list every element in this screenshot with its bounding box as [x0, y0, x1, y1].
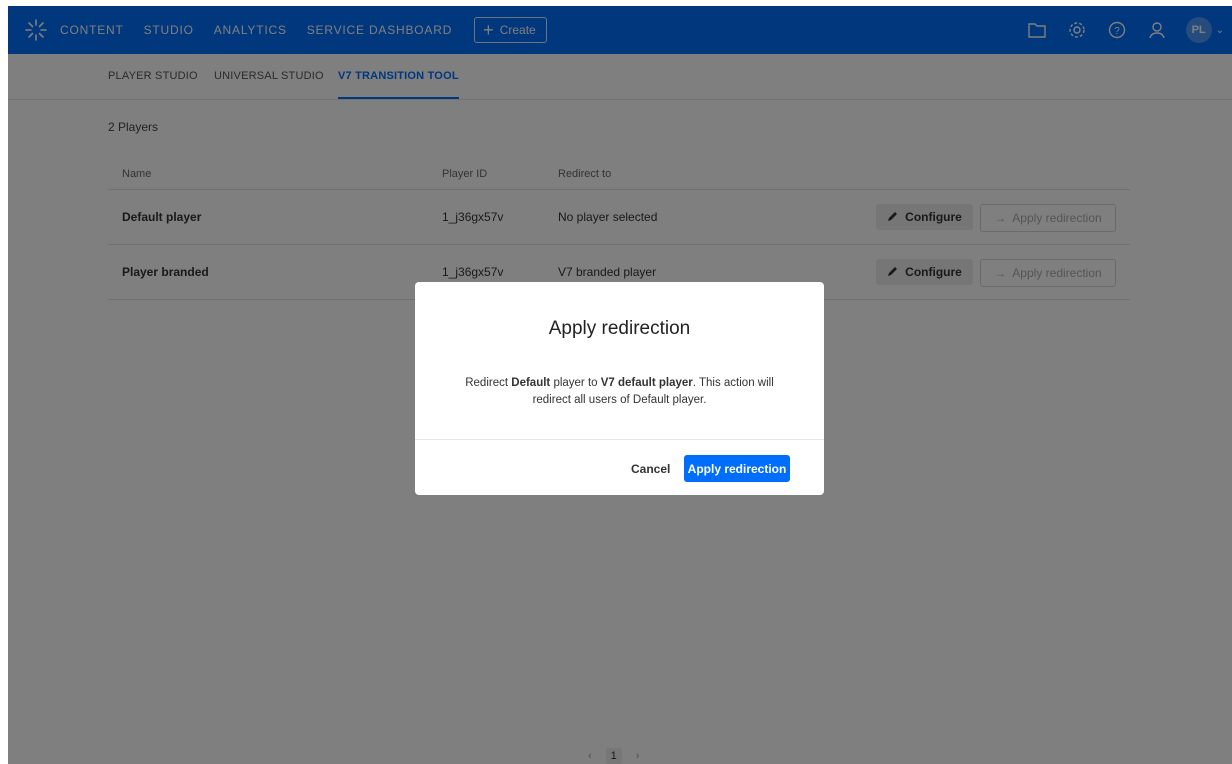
source-player-name: Default: [511, 377, 551, 389]
message-prefix: Redirect: [465, 377, 512, 389]
apply-redirection-dialog: Apply redirection Redirect Default playe…: [415, 282, 824, 495]
dialog-message: Redirect Default player to V7 default pl…: [455, 375, 784, 409]
message-middle: player to: [550, 377, 601, 389]
dialog-title: Apply redirection: [548, 318, 691, 339]
app-window: CONTENT STUDIO ANALYTICS SERVICE DASHBOA…: [8, 6, 1232, 764]
confirm-apply-redirection-button[interactable]: Apply redirection: [684, 455, 790, 482]
dialog-divider: [415, 439, 824, 440]
cancel-button[interactable]: Cancel: [631, 462, 670, 476]
target-player-name: V7 default player: [600, 377, 693, 389]
